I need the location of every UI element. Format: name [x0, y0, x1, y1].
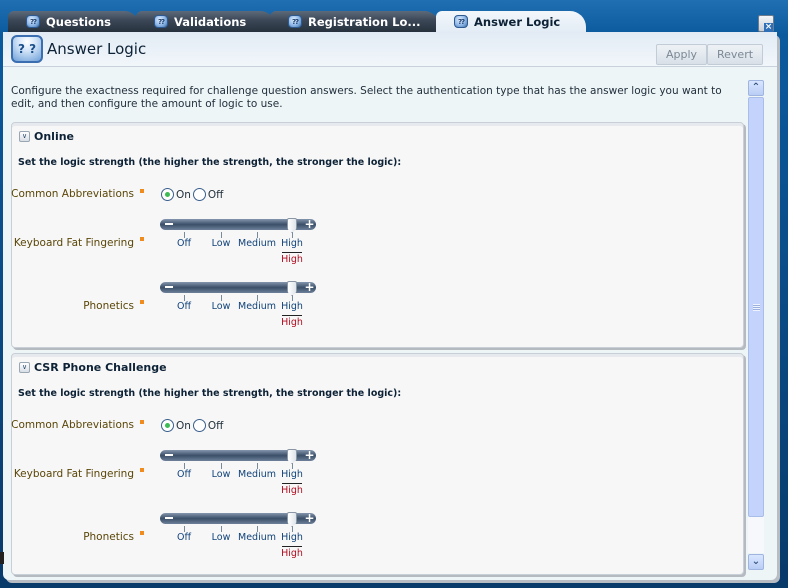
- section-online: ∨ Online Set the logic strength (the hig…: [11, 122, 744, 348]
- slider-tick-label[interactable]: Medium: [238, 238, 276, 249]
- radio-on[interactable]: [161, 188, 174, 201]
- scroll-up-button[interactable]: ⌃: [748, 80, 764, 96]
- required-icon: [140, 420, 144, 424]
- radio-off[interactable]: [192, 188, 206, 201]
- radio-label: On: [176, 419, 191, 432]
- phonetics-slider[interactable]: + Off Low Medium High High: [160, 512, 320, 563]
- required-icon: [140, 300, 144, 304]
- section-title: Online: [34, 130, 75, 143]
- close-tab-icon[interactable]: [758, 15, 774, 32]
- chevron-down-icon[interactable]: ∨: [19, 131, 30, 142]
- main-panel: ? ? Answer Logic Apply Revert Configure …: [3, 32, 777, 580]
- section-subtitle: Set the logic strength (the higher the s…: [18, 157, 402, 168]
- slider-thumb[interactable]: [287, 449, 297, 464]
- selected-underline: [282, 315, 302, 316]
- tab-bar: ?? Questions ?? Validations ?? Registrat…: [8, 11, 780, 32]
- slider-tick-label[interactable]: High: [281, 238, 303, 249]
- tab-validations[interactable]: ?? Validations: [136, 11, 276, 32]
- chevron-down-icon[interactable]: ∨: [19, 362, 30, 373]
- radio-off[interactable]: [192, 419, 206, 432]
- slider-tick-label[interactable]: Low: [212, 238, 231, 249]
- selected-underline: [282, 252, 302, 253]
- plus-icon[interactable]: +: [304, 281, 315, 293]
- tab-answer-logic[interactable]: ?? Answer Logic: [436, 11, 586, 32]
- slider-tick-label[interactable]: Medium: [238, 301, 276, 312]
- section-header[interactable]: ∨ Online: [19, 130, 74, 143]
- scroll-track[interactable]: [748, 97, 764, 553]
- apply-button[interactable]: Apply: [656, 44, 708, 65]
- intro-text: Configure the exactness required for cha…: [11, 85, 722, 110]
- radio-label: Off: [207, 188, 224, 201]
- slider-tick-label[interactable]: Low: [212, 532, 231, 543]
- tab-label: Answer Logic: [474, 14, 561, 29]
- tab-label: Validations: [174, 14, 247, 29]
- question-cube-icon: ??: [454, 15, 468, 28]
- selected-underline: [282, 483, 302, 484]
- required-icon: [140, 237, 144, 241]
- question-cube-icon: ??: [288, 15, 302, 28]
- selected-value: High: [281, 317, 303, 328]
- slider-thumb[interactable]: [287, 281, 297, 296]
- tab-registration-logic[interactable]: ?? Registration Lo...: [270, 11, 440, 32]
- question-cube-icon: ??: [154, 15, 168, 28]
- slider-tick-label[interactable]: High: [281, 301, 303, 312]
- required-icon: [140, 468, 144, 472]
- slider-tick-label[interactable]: Medium: [238, 532, 276, 543]
- slider-tick-label[interactable]: High: [281, 469, 303, 480]
- selected-value: High: [281, 485, 303, 496]
- section-csr-phone-challenge: ∨ CSR Phone Challenge Set the logic stre…: [11, 353, 744, 575]
- minus-icon[interactable]: [165, 223, 173, 225]
- common-abbreviations-radio-group: On Off: [161, 419, 223, 432]
- tab-label: Questions: [46, 14, 111, 29]
- radio-on[interactable]: [161, 419, 174, 432]
- required-icon: [140, 189, 144, 193]
- field-label-keyboard-fat-fingering: Keyboard Fat Fingering: [13, 468, 134, 480]
- slider-tick-label[interactable]: Off: [177, 301, 191, 312]
- slider-tick-label[interactable]: Off: [177, 469, 191, 480]
- required-icon: [140, 531, 144, 535]
- slider-tick-label[interactable]: Off: [177, 238, 191, 249]
- slider-tick-label[interactable]: Low: [212, 469, 231, 480]
- plus-icon[interactable]: +: [304, 512, 315, 524]
- vertical-scrollbar[interactable]: ⌃ ⌄: [748, 80, 764, 570]
- radio-label: On: [176, 188, 191, 201]
- section-header[interactable]: ∨ CSR Phone Challenge: [19, 361, 167, 374]
- scroll-down-button[interactable]: ⌄: [748, 554, 764, 570]
- keyboard-fat-fingering-slider[interactable]: + Off Low Medium High High: [160, 449, 320, 500]
- tab-questions[interactable]: ?? Questions: [8, 11, 140, 32]
- section-title: CSR Phone Challenge: [34, 361, 167, 374]
- phonetics-slider[interactable]: + Off Low Medium High High: [160, 281, 320, 332]
- slider-thumb[interactable]: [287, 218, 297, 233]
- slider-thumb[interactable]: [287, 512, 297, 527]
- field-label-keyboard-fat-fingering: Keyboard Fat Fingering: [13, 237, 134, 249]
- section-subtitle: Set the logic strength (the higher the s…: [18, 388, 402, 399]
- keyboard-fat-fingering-slider[interactable]: + Off Low Medium High High: [160, 218, 320, 269]
- slider-tick-label[interactable]: Off: [177, 532, 191, 543]
- question-cube-icon: ??: [26, 15, 40, 28]
- question-cube-icon: ? ?: [11, 35, 43, 63]
- selected-underline: [282, 546, 302, 547]
- minus-icon[interactable]: [165, 517, 173, 519]
- slider-tick-label[interactable]: Medium: [238, 469, 276, 480]
- revert-button[interactable]: Revert: [707, 44, 764, 65]
- common-abbreviations-radio-group: On Off: [161, 188, 223, 201]
- tab-label: Registration Lo...: [308, 14, 421, 29]
- field-label-phonetics: Phonetics: [83, 300, 134, 312]
- grip-icon: [753, 304, 760, 311]
- field-label-common-abbreviations: Common Abbreviations: [11, 188, 134, 200]
- selected-value: High: [281, 254, 303, 265]
- plus-icon[interactable]: +: [304, 449, 315, 461]
- resize-handle[interactable]: [0, 552, 4, 564]
- scroll-thumb[interactable]: [748, 97, 764, 517]
- minus-icon[interactable]: [165, 454, 173, 456]
- field-label-common-abbreviations: Common Abbreviations: [11, 419, 134, 431]
- field-label-phonetics: Phonetics: [83, 531, 134, 543]
- minus-icon[interactable]: [165, 286, 173, 288]
- plus-icon[interactable]: +: [304, 218, 315, 230]
- selected-value: High: [281, 548, 303, 559]
- slider-tick-label[interactable]: Low: [212, 301, 231, 312]
- radio-label: Off: [207, 419, 224, 432]
- slider-tick-label[interactable]: High: [281, 532, 303, 543]
- page-title: Answer Logic: [47, 40, 147, 58]
